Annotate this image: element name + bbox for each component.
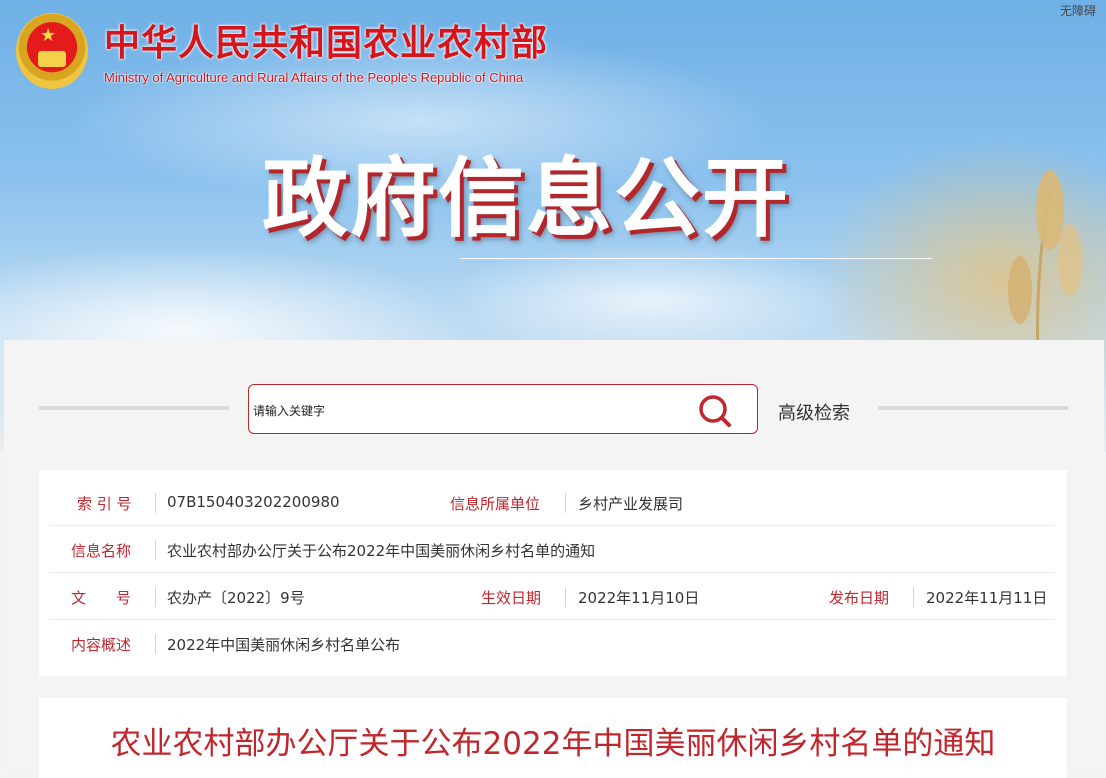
document-box: 农业农村部办公厅关于公布2022年中国美丽休闲乡村名单的通知 (39, 698, 1067, 778)
ministry-name-en: Ministry of Agriculture and Rural Affair… (104, 70, 524, 85)
unit-label: 信息所属单位 (450, 495, 541, 513)
index-value: 07B150403202200980 (167, 493, 340, 511)
gate-icon (38, 51, 66, 67)
separator (913, 587, 914, 607)
separator (565, 493, 566, 513)
search-box (248, 384, 758, 434)
name-value: 农业农村部办公厅关于公布2022年中国美丽休闲乡村名单的通知 (167, 542, 596, 560)
accessibility-link[interactable]: 无障碍 (1060, 2, 1096, 19)
info-row-docno: 文 号 农办产〔2022〕9号 生效日期 2022年11月10日 发布日期 20… (49, 574, 1055, 620)
divider-left (39, 406, 229, 410)
title-underline (460, 258, 932, 259)
separator (155, 493, 156, 513)
search-input[interactable] (251, 399, 685, 421)
publish-date-value: 2022年11月11日 (926, 589, 1048, 607)
info-row-summary: 内容概述 2022年中国美丽休闲乡村名单公布 (49, 621, 1055, 667)
name-label: 信息名称 (71, 542, 132, 560)
star-icon: ★ (40, 25, 57, 46)
info-row-index: 索 引 号 07B150403202200980 信息所属单位 乡村产业发展司 (49, 480, 1055, 526)
summary-value: 2022年中国美丽休闲乡村名单公布 (167, 636, 401, 654)
search-icon[interactable] (697, 393, 733, 429)
document-title: 农业农村部办公厅关于公布2022年中国美丽休闲乡村名单的通知 (110, 726, 996, 762)
advanced-search-link[interactable]: 高级检索 (778, 399, 850, 425)
separator (155, 587, 156, 607)
separator (565, 587, 566, 607)
info-table: 索 引 号 07B150403202200980 信息所属单位 乡村产业发展司 … (39, 470, 1067, 676)
summary-label: 内容概述 (71, 636, 132, 654)
effective-date-value: 2022年11月10日 (578, 589, 700, 607)
separator (155, 634, 156, 654)
index-label: 索 引 号 (77, 495, 132, 513)
docno-label: 文 号 (71, 589, 132, 607)
divider-right (878, 406, 1068, 410)
separator (155, 540, 156, 560)
ministry-name-cn[interactable]: 中华人民共和国农业农村部 (104, 14, 548, 66)
unit-value: 乡村产业发展司 (578, 495, 684, 513)
effective-date-label: 生效日期 (481, 589, 542, 607)
banner-title: 政府信息公开 (262, 149, 790, 249)
publish-date-label: 发布日期 (829, 589, 890, 607)
national-emblem-logo: ★ (16, 13, 88, 89)
docno-value: 农办产〔2022〕9号 (167, 589, 305, 607)
info-row-name: 信息名称 农业农村部办公厅关于公布2022年中国美丽休闲乡村名单的通知 (49, 527, 1055, 573)
